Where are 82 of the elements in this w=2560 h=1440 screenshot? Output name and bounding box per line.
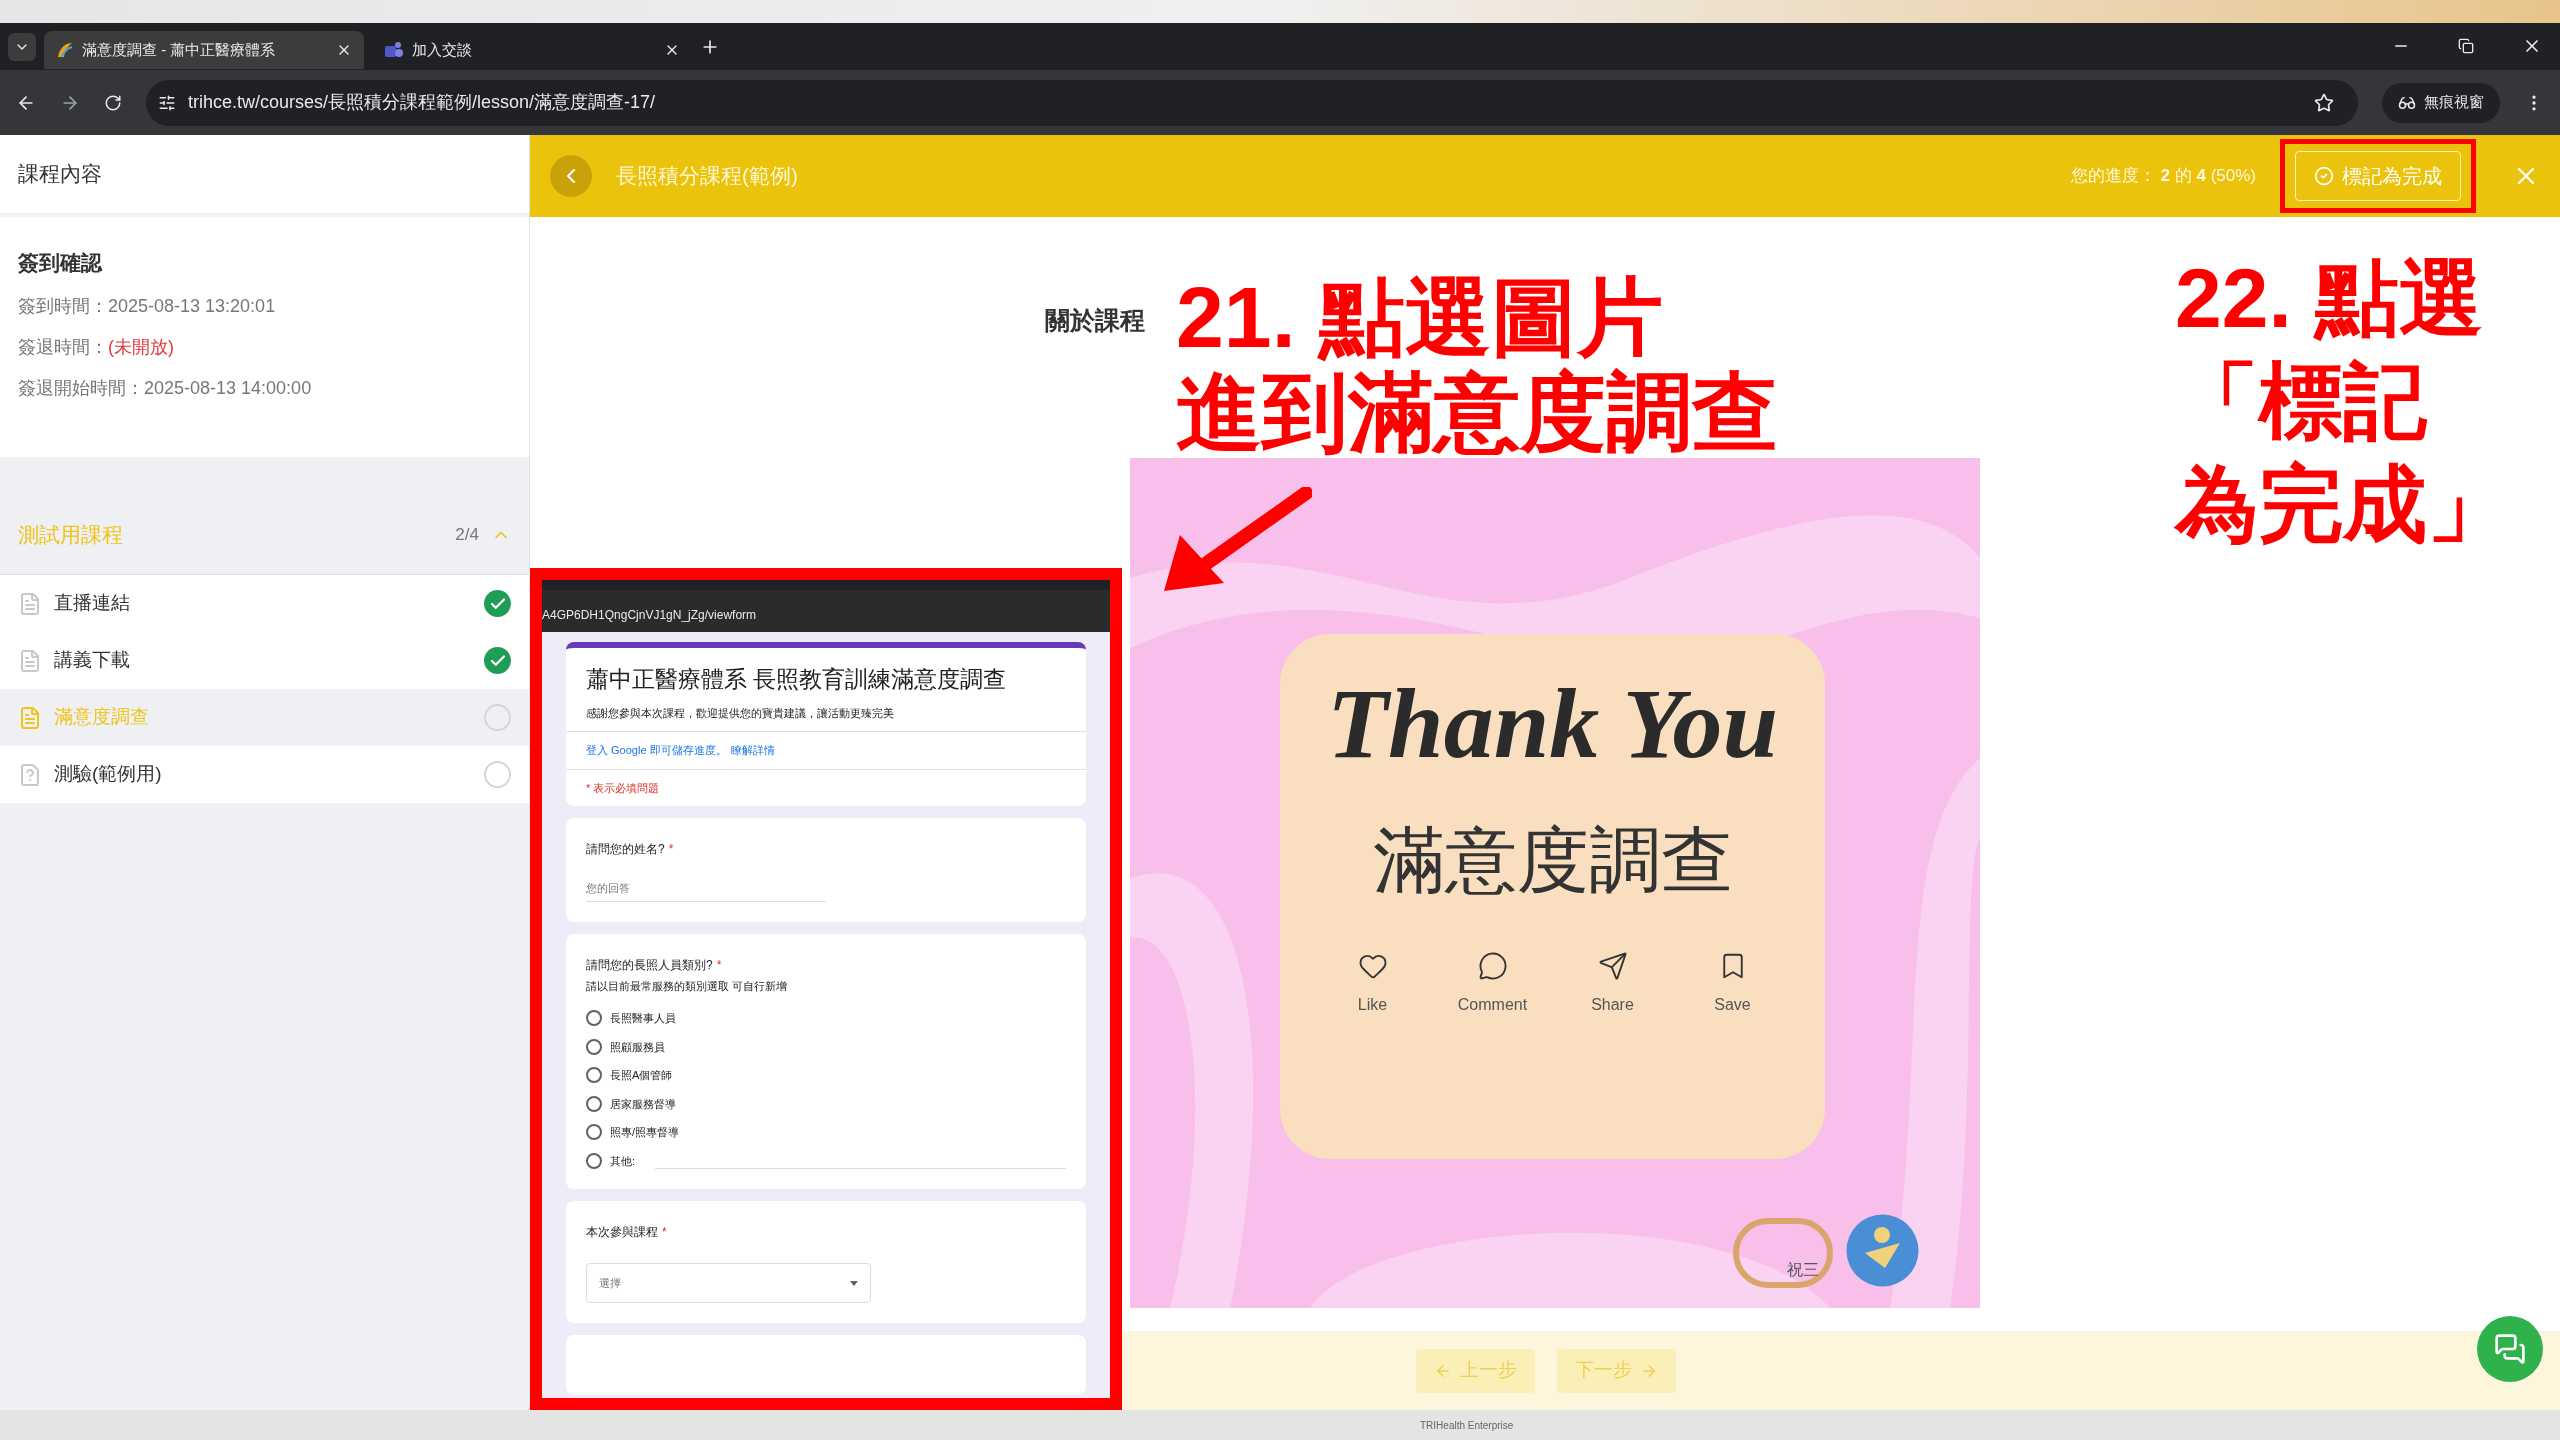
option-label: 照顧服務員 bbox=[610, 1039, 665, 1055]
logo-emblem-icon bbox=[1845, 1212, 1920, 1288]
radio-button[interactable] bbox=[586, 1010, 602, 1027]
browser-tab[interactable]: 加入交談 bbox=[372, 31, 692, 69]
option-label: 居家服務督導 bbox=[610, 1096, 676, 1112]
document-icon bbox=[18, 591, 42, 616]
image-title: 滿意度調查 bbox=[1372, 823, 1733, 896]
bookmark-star-icon[interactable] bbox=[2314, 92, 2334, 113]
lesson-title: 講義下載 bbox=[54, 648, 131, 673]
brand-caption: TRIHealth Enterprise bbox=[1420, 1418, 1514, 1433]
step-annotation: 21. 點選圖片 進到滿意度調查 bbox=[1176, 270, 1778, 460]
action-label: Comment bbox=[1457, 994, 1528, 1015]
radio-button[interactable] bbox=[586, 1095, 602, 1112]
lesson-item[interactable]: 測驗(範例用) bbox=[0, 746, 529, 803]
lesson-item[interactable]: 講義下載 bbox=[0, 632, 529, 689]
document-icon bbox=[18, 648, 42, 673]
site-info-icon[interactable] bbox=[158, 93, 176, 112]
restore-icon[interactable] bbox=[2458, 38, 2474, 54]
incognito-button[interactable]: 無痕視窗 bbox=[2382, 82, 2500, 123]
tab-title: 加入交談 bbox=[412, 39, 473, 60]
signin-note: 登入 Google 即可儲存進度。 bbox=[586, 743, 727, 758]
required-mark: * bbox=[668, 841, 674, 858]
step-annotation: 22. 點選 「標記 為完成」 bbox=[2175, 250, 2511, 553]
required-note: * 表示必填問題 bbox=[585, 780, 661, 796]
question-title: 本次參與課程 bbox=[586, 1224, 658, 1241]
option-label: 照專/照專督導 bbox=[610, 1125, 680, 1140]
radio-button[interactable] bbox=[586, 1038, 602, 1055]
document-icon bbox=[18, 705, 42, 730]
checkin-label: 簽退開始時間： bbox=[18, 376, 144, 400]
chat-app-icon bbox=[384, 41, 404, 59]
option-label: 長照醫事人員 bbox=[610, 1011, 676, 1026]
radio-button[interactable] bbox=[586, 1124, 602, 1141]
reload-icon[interactable] bbox=[104, 93, 122, 112]
form-title: 蕭中正醫療體系 長照教育訓練滿意度調查 bbox=[586, 665, 1008, 694]
lesson-title: 滿意度調查 bbox=[54, 705, 150, 730]
dropdown-caret-icon bbox=[850, 1280, 858, 1286]
radio-button[interactable] bbox=[586, 1067, 602, 1084]
question-hint: 請以目前最常服務的類別選取 可自行新增 bbox=[586, 978, 789, 994]
url-text: trihce.tw/courses/長照積分課程範例/lesson/滿意度調查-17/ bbox=[188, 91, 657, 114]
required-mark: * bbox=[716, 956, 722, 974]
script-text: Thank You bbox=[1326, 673, 1779, 774]
lesson-title: 測驗(範例用) bbox=[54, 762, 163, 787]
browser-tab[interactable]: 滿意度調查 - 蕭中正醫療體系 bbox=[44, 31, 364, 69]
paper-plane-icon bbox=[1597, 950, 1628, 981]
learn-more-link[interactable]: 瞭解詳情 bbox=[730, 742, 775, 759]
tab-title: 滿意度調查 - 蕭中正醫療體系 bbox=[82, 39, 277, 60]
course-title: 長照積分課程(範例) bbox=[616, 163, 799, 190]
speech-bubble-icon bbox=[1477, 950, 1508, 981]
checkin-value: (未開放) bbox=[108, 335, 174, 359]
select-dropdown[interactable]: 選擇 bbox=[586, 1263, 871, 1303]
checkin-title: 簽到確認 bbox=[18, 250, 104, 276]
tab-search-button[interactable] bbox=[8, 33, 36, 61]
progress-text: 您的進度： 2 的 4 (50%) bbox=[2070, 165, 2256, 188]
form-description: 感謝您參與本次課程，歡迎提供您的寶貴建議，讓活動更臻完美 bbox=[586, 705, 895, 721]
section-heading: 關於課程 bbox=[1045, 305, 1145, 336]
survey-image[interactable]: Thank You 滿意度調查 Like Comment Share Save 祝三 bbox=[1130, 457, 1980, 1308]
checkin-value: 2025-08-13 14:00:00 bbox=[144, 376, 312, 400]
radio-button[interactable] bbox=[586, 1152, 602, 1169]
answer-field[interactable]: 您的回答 bbox=[586, 880, 826, 902]
lesson-item[interactable]: 直播連結 bbox=[0, 575, 529, 632]
lesson-title: 直播連結 bbox=[54, 591, 131, 616]
section-count: 2/4 bbox=[455, 523, 479, 546]
section-title: 測試用課程 bbox=[18, 521, 124, 548]
option-label: 長照A個管師 bbox=[610, 1068, 673, 1083]
checkin-label: 簽退時間： bbox=[18, 335, 108, 359]
address-bar[interactable]: trihce.tw/courses/長照積分課程範例/lesson/滿意度調查-17/ bbox=[146, 79, 2358, 126]
chat-bubbles-icon bbox=[2494, 1333, 2526, 1365]
logo-text: 祝三 bbox=[1787, 1259, 1819, 1280]
question-title: 請問您的姓名? bbox=[586, 841, 665, 858]
action-label: Like bbox=[1357, 994, 1388, 1015]
check-circle-icon bbox=[2314, 166, 2334, 186]
action-label: Save bbox=[1714, 994, 1751, 1015]
inset-url: A4GP6DH1QngCjnVJ1gN_jZg/viewform bbox=[542, 607, 757, 624]
checkin-label: 簽到時間： bbox=[18, 294, 108, 318]
quiz-icon bbox=[18, 762, 42, 787]
site-favicon-icon bbox=[56, 41, 74, 59]
checkin-value: 2025-08-13 13:20:01 bbox=[108, 294, 276, 318]
sidebar-title: 課程內容 bbox=[18, 161, 102, 188]
option-label: 其他: bbox=[610, 1153, 636, 1169]
action-label: Share bbox=[1591, 994, 1634, 1015]
question-title: 請問您的長照人員類別? bbox=[586, 956, 713, 974]
required-mark: * bbox=[662, 1224, 667, 1241]
